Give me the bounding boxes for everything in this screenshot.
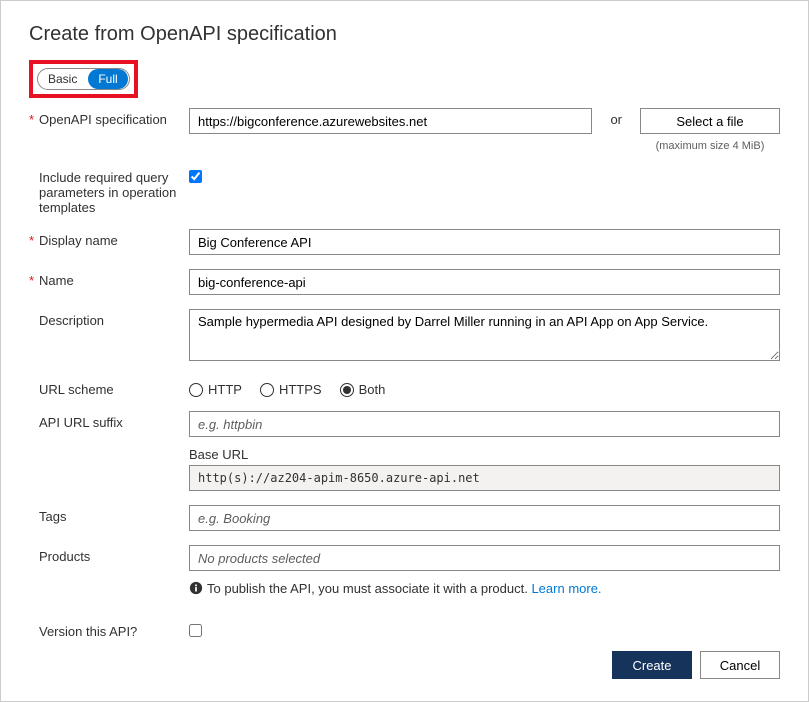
label-version: Version this API? — [29, 620, 189, 639]
info-icon — [189, 581, 203, 595]
select-file-button[interactable]: Select a file — [640, 108, 780, 134]
label-include-required: Include required query parameters in ope… — [29, 166, 189, 215]
products-info-text: To publish the API, you must associate i… — [207, 581, 531, 596]
file-size-hint: (maximum size 4 MiB) — [656, 140, 765, 152]
name-input[interactable] — [189, 269, 780, 295]
base-url-input — [189, 465, 780, 491]
label-tags: Tags — [29, 505, 189, 524]
or-text: or — [610, 108, 622, 127]
toggle-highlight: Basic Full — [29, 60, 138, 98]
page-title: Create from OpenAPI specification — [29, 23, 780, 46]
openapi-spec-input[interactable] — [189, 108, 592, 134]
products-input[interactable] — [189, 545, 780, 571]
radio-http[interactable]: HTTP — [189, 382, 242, 397]
include-required-checkbox[interactable] — [189, 170, 202, 183]
radio-https[interactable]: HTTPS — [260, 382, 322, 397]
radio-https-label: HTTPS — [279, 382, 322, 397]
tags-input[interactable] — [189, 505, 780, 531]
radio-both-label: Both — [359, 382, 386, 397]
learn-more-link[interactable]: Learn more. — [531, 581, 601, 596]
create-api-panel: Create from OpenAPI specification Basic … — [0, 0, 809, 702]
label-url-scheme: URL scheme — [29, 378, 189, 397]
label-api-url-suffix: API URL suffix — [29, 411, 189, 430]
toggle-full[interactable]: Full — [88, 69, 127, 89]
products-info: To publish the API, you must associate i… — [189, 581, 780, 596]
cancel-button[interactable]: Cancel — [700, 651, 780, 679]
label-display-name: Display name — [29, 229, 189, 248]
basic-full-toggle[interactable]: Basic Full — [37, 68, 130, 90]
description-textarea[interactable] — [189, 309, 780, 361]
label-products: Products — [29, 545, 189, 564]
version-checkbox[interactable] — [189, 624, 202, 637]
display-name-input[interactable] — [189, 229, 780, 255]
label-description: Description — [29, 309, 189, 328]
toggle-basic[interactable]: Basic — [38, 68, 87, 90]
label-base-url: Base URL — [189, 447, 780, 462]
radio-http-label: HTTP — [208, 382, 242, 397]
label-name: Name — [29, 269, 189, 288]
label-openapi-spec: OpenAPI specification — [29, 108, 189, 127]
create-button[interactable]: Create — [612, 651, 692, 679]
api-url-suffix-input[interactable] — [189, 411, 780, 437]
radio-both[interactable]: Both — [340, 382, 386, 397]
